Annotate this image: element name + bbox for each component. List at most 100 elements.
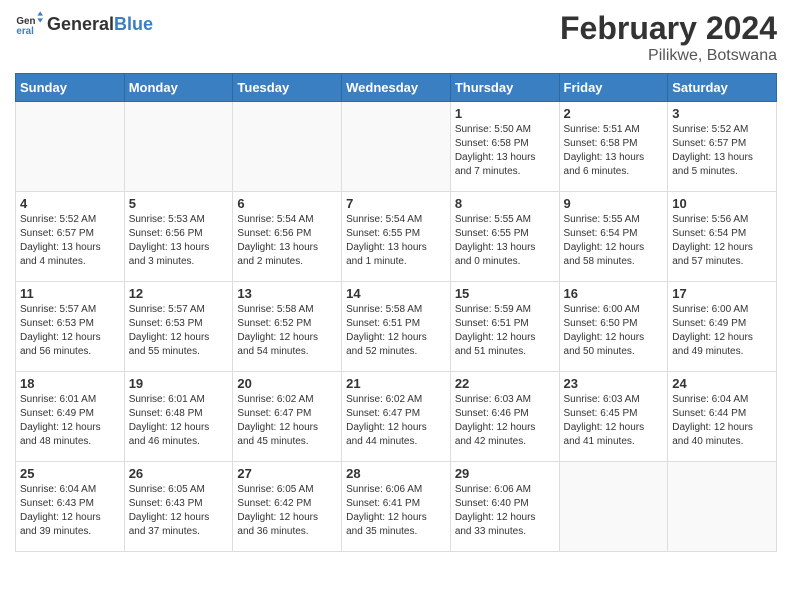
calendar-cell: 15 Sunrise: 5:59 AM Sunset: 6:51 PM Dayli… — [450, 282, 559, 372]
day-info: Sunrise: 6:04 AM Sunset: 6:44 PM Dayligh… — [672, 393, 772, 449]
day-number: 29 — [455, 466, 555, 481]
calendar-cell: 17Sunrise: 6:00 AM Sunset: 6:49 PM Dayli… — [668, 282, 777, 372]
logo-text: GeneralBlue — [47, 14, 153, 35]
day-info: Sunrise: 5:58 AM Sunset: 6:51 PM Dayligh… — [346, 303, 446, 359]
day-info: Sunrise: 6:02 AM Sunset: 6:47 PM Dayligh… — [346, 393, 446, 449]
day-number: 14 — [346, 286, 446, 301]
calendar-cell: 24Sunrise: 6:04 AM Sunset: 6:44 PM Dayli… — [668, 372, 777, 462]
day-info: Sunrise: 6:05 AM Sunset: 6:43 PM Dayligh… — [129, 483, 229, 539]
day-info: Sunrise: 6:05 AM Sunset: 6:42 PM Dayligh… — [237, 483, 337, 539]
svg-text:eral: eral — [16, 26, 34, 37]
calendar-cell — [124, 102, 233, 192]
subtitle: Pilikwe, Botswana — [560, 47, 777, 65]
col-monday: Monday — [124, 74, 233, 102]
calendar-cell: 3Sunrise: 5:52 AM Sunset: 6:57 PM Daylig… — [668, 102, 777, 192]
day-info: Sunrise: 6:01 AM Sunset: 6:48 PM Dayligh… — [129, 393, 229, 449]
day-info: Sunrise: 5:54 AM Sunset: 6:56 PM Dayligh… — [237, 213, 337, 269]
logo-blue: Blue — [114, 14, 153, 34]
calendar-cell: 27 Sunrise: 6:05 AM Sunset: 6:42 PM Dayli… — [233, 462, 342, 552]
day-number: 3 — [672, 106, 772, 121]
calendar-cell: 5 Sunrise: 5:53 AM Sunset: 6:56 PM Daylig… — [124, 192, 233, 282]
day-info: Sunrise: 5:56 AM Sunset: 6:54 PM Dayligh… — [672, 213, 772, 269]
calendar-cell: 23 Sunrise: 6:03 AM Sunset: 6:45 PM Dayli… — [559, 372, 668, 462]
day-info: Sunrise: 5:50 AM Sunset: 6:58 PM Dayligh… — [455, 123, 555, 179]
calendar-cell — [342, 102, 451, 192]
calendar-cell: 22 Sunrise: 6:03 AM Sunset: 6:46 PM Dayli… — [450, 372, 559, 462]
day-info: Sunrise: 5:57 AM Sunset: 6:53 PM Dayligh… — [129, 303, 229, 359]
day-number: 19 — [129, 376, 229, 391]
day-info: Sunrise: 6:00 AM Sunset: 6:50 PM Dayligh… — [564, 303, 664, 359]
calendar-cell: 18Sunrise: 6:01 AM Sunset: 6:49 PM Dayli… — [16, 372, 125, 462]
day-number: 5 — [129, 196, 229, 211]
day-number: 20 — [237, 376, 337, 391]
calendar-week-3: 11Sunrise: 5:57 AM Sunset: 6:53 PM Dayli… — [16, 282, 777, 372]
calendar-week-1: 1Sunrise: 5:50 AM Sunset: 6:58 PM Daylig… — [16, 102, 777, 192]
header-row: Sunday Monday Tuesday Wednesday Thursday… — [16, 74, 777, 102]
day-number: 22 — [455, 376, 555, 391]
logo: Gen eral GeneralBlue — [15, 10, 153, 38]
logo-general: General — [47, 14, 114, 34]
day-info: Sunrise: 5:58 AM Sunset: 6:52 PM Dayligh… — [237, 303, 337, 359]
day-number: 23 — [564, 376, 664, 391]
day-number: 25 — [20, 466, 120, 481]
calendar-header: Sunday Monday Tuesday Wednesday Thursday… — [16, 74, 777, 102]
day-number: 10 — [672, 196, 772, 211]
col-thursday: Thursday — [450, 74, 559, 102]
day-info: Sunrise: 6:03 AM Sunset: 6:45 PM Dayligh… — [564, 393, 664, 449]
calendar-cell: 13 Sunrise: 5:58 AM Sunset: 6:52 PM Dayli… — [233, 282, 342, 372]
day-number: 13 — [237, 286, 337, 301]
title-area: February 2024 Pilikwe, Botswana — [560, 10, 777, 65]
calendar-cell: 10 Sunrise: 5:56 AM Sunset: 6:54 PM Dayli… — [668, 192, 777, 282]
day-info: Sunrise: 5:59 AM Sunset: 6:51 PM Dayligh… — [455, 303, 555, 359]
calendar-cell: 25 Sunrise: 6:04 AM Sunset: 6:43 PM Dayli… — [16, 462, 125, 552]
day-info: Sunrise: 6:06 AM Sunset: 6:41 PM Dayligh… — [346, 483, 446, 539]
calendar-table: Sunday Monday Tuesday Wednesday Thursday… — [15, 73, 777, 552]
calendar-cell: 26 Sunrise: 6:05 AM Sunset: 6:43 PM Dayli… — [124, 462, 233, 552]
day-number: 8 — [455, 196, 555, 211]
day-number: 15 — [455, 286, 555, 301]
day-info: Sunrise: 5:52 AM Sunset: 6:57 PM Dayligh… — [20, 213, 120, 269]
logo-icon: Gen eral — [15, 10, 43, 38]
calendar-cell: 20 Sunrise: 6:02 AM Sunset: 6:47 PM Dayli… — [233, 372, 342, 462]
day-info: Sunrise: 6:04 AM Sunset: 6:43 PM Dayligh… — [20, 483, 120, 539]
calendar-cell: 6 Sunrise: 5:54 AM Sunset: 6:56 PM Daylig… — [233, 192, 342, 282]
day-number: 28 — [346, 466, 446, 481]
day-info: Sunrise: 6:06 AM Sunset: 6:40 PM Dayligh… — [455, 483, 555, 539]
day-info: Sunrise: 5:54 AM Sunset: 6:55 PM Dayligh… — [346, 213, 446, 269]
day-info: Sunrise: 6:01 AM Sunset: 6:49 PM Dayligh… — [20, 393, 120, 449]
day-info: Sunrise: 6:02 AM Sunset: 6:47 PM Dayligh… — [237, 393, 337, 449]
calendar-cell: 28 Sunrise: 6:06 AM Sunset: 6:41 PM Dayli… — [342, 462, 451, 552]
calendar-cell: 9Sunrise: 5:55 AM Sunset: 6:54 PM Daylig… — [559, 192, 668, 282]
day-number: 2 — [564, 106, 664, 121]
calendar-cell — [233, 102, 342, 192]
page-header: Gen eral GeneralBlue February 2024 Pilik… — [15, 10, 777, 65]
calendar-week-4: 18Sunrise: 6:01 AM Sunset: 6:49 PM Dayli… — [16, 372, 777, 462]
calendar-cell: 11Sunrise: 5:57 AM Sunset: 6:53 PM Dayli… — [16, 282, 125, 372]
day-info: Sunrise: 5:53 AM Sunset: 6:56 PM Dayligh… — [129, 213, 229, 269]
day-number: 27 — [237, 466, 337, 481]
calendar-cell: 29 Sunrise: 6:06 AM Sunset: 6:40 PM Dayli… — [450, 462, 559, 552]
day-info: Sunrise: 5:55 AM Sunset: 6:54 PM Dayligh… — [564, 213, 664, 269]
day-number: 21 — [346, 376, 446, 391]
day-number: 6 — [237, 196, 337, 211]
col-friday: Friday — [559, 74, 668, 102]
calendar-week-5: 25 Sunrise: 6:04 AM Sunset: 6:43 PM Dayli… — [16, 462, 777, 552]
calendar-cell: 2Sunrise: 5:51 AM Sunset: 6:58 PM Daylig… — [559, 102, 668, 192]
day-number: 16 — [564, 286, 664, 301]
calendar-cell: 1Sunrise: 5:50 AM Sunset: 6:58 PM Daylig… — [450, 102, 559, 192]
main-title: February 2024 — [560, 10, 777, 47]
day-number: 12 — [129, 286, 229, 301]
calendar-cell: 21 Sunrise: 6:02 AM Sunset: 6:47 PM Dayli… — [342, 372, 451, 462]
calendar-cell: 12 Sunrise: 5:57 AM Sunset: 6:53 PM Dayli… — [124, 282, 233, 372]
col-saturday: Saturday — [668, 74, 777, 102]
calendar-cell: 14 Sunrise: 5:58 AM Sunset: 6:51 PM Dayli… — [342, 282, 451, 372]
day-info: Sunrise: 6:00 AM Sunset: 6:49 PM Dayligh… — [672, 303, 772, 359]
day-number: 26 — [129, 466, 229, 481]
calendar-cell: 19 Sunrise: 6:01 AM Sunset: 6:48 PM Dayli… — [124, 372, 233, 462]
day-info: Sunrise: 6:03 AM Sunset: 6:46 PM Dayligh… — [455, 393, 555, 449]
col-sunday: Sunday — [16, 74, 125, 102]
day-number: 4 — [20, 196, 120, 211]
calendar-cell: 16 Sunrise: 6:00 AM Sunset: 6:50 PM Dayli… — [559, 282, 668, 372]
day-info: Sunrise: 5:55 AM Sunset: 6:55 PM Dayligh… — [455, 213, 555, 269]
col-tuesday: Tuesday — [233, 74, 342, 102]
